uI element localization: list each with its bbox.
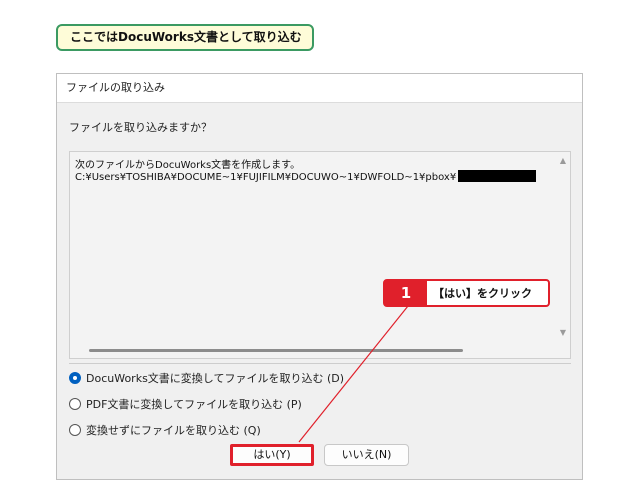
option-pdf-label: PDF文書に変換してファイルを取り込む (P) [86, 398, 302, 411]
step-number-badge: 1 [385, 281, 427, 305]
option-pdf[interactable]: PDF文書に変換してファイルを取り込む (P) [69, 396, 302, 412]
file-info-line1: 次のファイルからDocuWorks文書を作成します。 [75, 160, 301, 171]
radio-selected-icon[interactable] [69, 372, 81, 384]
import-dialog: ファイルの取り込み ファイルを取り込みますか？ 次のファイルからDocuWork… [56, 73, 583, 480]
option-no-convert-label: 変換せずにファイルを取り込む (Q) [86, 424, 261, 437]
scroll-up-arrow-icon[interactable]: ▲ [560, 156, 566, 165]
divider [69, 363, 571, 364]
file-info-line2: C:¥Users¥TOSHIBA¥DOCUME~1¥FUJIFILM¥DOCUW… [75, 170, 537, 183]
option-no-convert[interactable]: 変換せずにファイルを取り込む (Q) [69, 422, 261, 438]
no-button[interactable]: いいえ(N) [324, 444, 409, 466]
option-docuworks[interactable]: DocuWorks文書に変換してファイルを取り込む (D) [69, 370, 344, 386]
dialog-title: ファイルの取り込み [57, 74, 582, 103]
radio-unselected-icon[interactable] [69, 398, 81, 410]
instruction-caption: ここではDocuWorks文書として取り込む [56, 24, 314, 51]
file-path-text: C:¥Users¥TOSHIBA¥DOCUME~1¥FUJIFILM¥DOCUW… [75, 172, 457, 183]
instruction-callout: 1 【はい】をクリック [383, 279, 550, 307]
yes-button[interactable]: はい(Y) [230, 444, 314, 466]
redaction-bar [458, 170, 537, 182]
callout-text: 【はい】をクリック [433, 287, 532, 300]
option-docuworks-label: DocuWorks文書に変換してファイルを取り込む (D) [86, 372, 345, 385]
page: ここではDocuWorks文書として取り込む ファイルの取り込み ファイルを取り… [0, 0, 640, 480]
horizontal-scrollbar[interactable] [89, 349, 463, 352]
file-info-textbox[interactable]: 次のファイルからDocuWorks文書を作成します。 C:¥Users¥TOSH… [69, 151, 571, 359]
dialog-question: ファイルを取り込みますか？ [69, 121, 212, 134]
radio-unselected-icon[interactable] [69, 424, 81, 436]
scroll-down-arrow-icon[interactable]: ▼ [560, 328, 566, 337]
